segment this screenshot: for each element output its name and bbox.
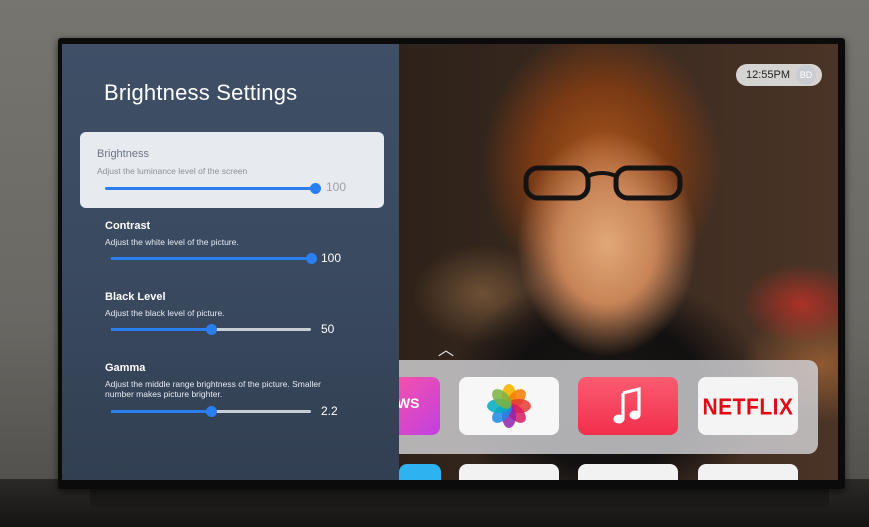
glasses-illustration — [523, 165, 683, 201]
app-tile-row2-4[interactable] — [698, 464, 798, 480]
netflix-logo: NETFLIX — [702, 394, 794, 421]
setting-value: 100 — [321, 251, 342, 265]
setting-name: Contrast — [105, 220, 151, 232]
gamma-slider[interactable] — [111, 406, 311, 417]
profile-avatar[interactable]: BD — [796, 65, 817, 85]
app-tile-photos[interactable] — [459, 377, 559, 435]
setting-name: Brightness — [97, 148, 149, 160]
app-tile-row2-1[interactable] — [399, 464, 441, 480]
clock-badge: 12:55PM BD — [736, 64, 823, 86]
tv-screen: 12:55PM BD ︿ OWS s — [62, 44, 838, 480]
slider-fill — [111, 328, 211, 331]
app-tile-netflix[interactable]: NETFLIX — [698, 377, 798, 435]
slider-fill — [105, 187, 315, 190]
app-tile-row2-3[interactable] — [578, 464, 678, 480]
setting-description: Adjust the middle range brightness of th… — [105, 379, 321, 399]
settings-panel: Brightness Settings Brightness Adjust th… — [62, 44, 399, 480]
setting-contrast[interactable]: Contrast Adjust the white level of the p… — [80, 210, 384, 286]
setting-description: Adjust the white level of the picture. — [105, 237, 239, 247]
setting-value: 100 — [326, 180, 347, 194]
setting-gamma[interactable]: Gamma Adjust the middle range brightness… — [80, 352, 384, 428]
app-tile-music[interactable] — [578, 377, 678, 435]
contrast-slider[interactable] — [111, 253, 317, 264]
photos-flower-icon — [487, 384, 531, 428]
setting-description: Adjust the black level of picture. — [105, 308, 225, 318]
clock-time: 12:55PM — [746, 69, 791, 81]
music-note-icon — [613, 387, 641, 424]
slider-knob[interactable] — [206, 406, 217, 417]
setting-black-level[interactable]: Black Level Adjust the black level of pi… — [80, 281, 384, 357]
slider-fill — [111, 257, 311, 260]
black-level-slider[interactable] — [111, 324, 311, 335]
setting-description: Adjust the luminance level of the screen — [97, 166, 248, 176]
app-tile-row2-2[interactable] — [459, 464, 559, 480]
chevron-up-icon: ︿ — [438, 342, 455, 359]
setting-value: 50 — [321, 322, 335, 336]
slider-fill — [111, 410, 211, 413]
setting-name: Black Level — [105, 291, 166, 303]
slider-knob[interactable] — [310, 183, 321, 194]
slider-knob[interactable] — [306, 253, 317, 264]
setting-name: Gamma — [105, 362, 146, 374]
page-title: Brightness Settings — [104, 80, 298, 105]
setting-value: 2.2 — [321, 404, 338, 418]
brightness-slider[interactable] — [105, 183, 321, 194]
setting-brightness[interactable]: Brightness Adjust the luminance level of… — [80, 132, 384, 208]
slider-knob[interactable] — [206, 324, 217, 335]
